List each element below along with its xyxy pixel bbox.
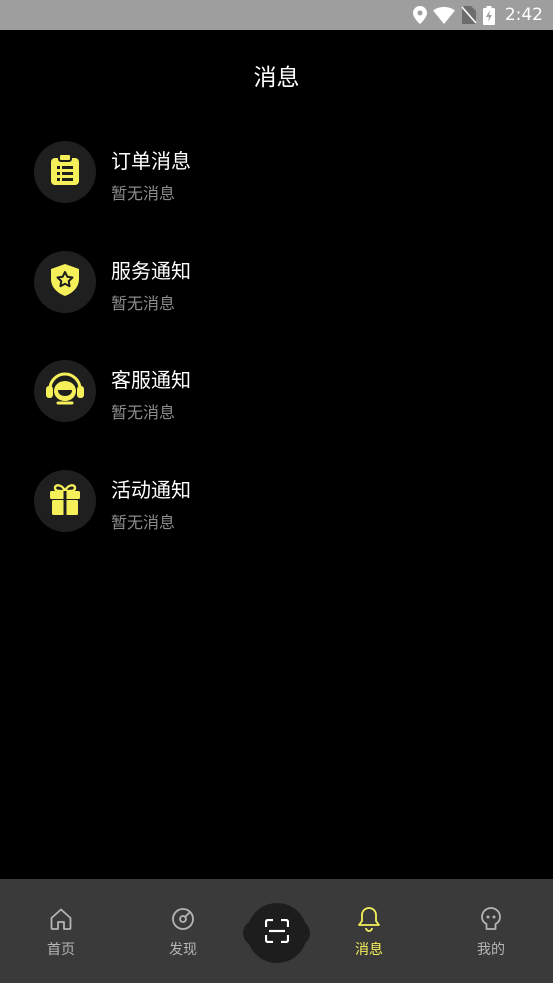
nav-item-messages[interactable]: 消息	[319, 879, 419, 983]
shield-star-icon	[50, 263, 80, 300]
message-subtitle: 暂无消息	[111, 512, 176, 532]
home-icon	[49, 905, 73, 933]
headset-icon	[46, 372, 84, 410]
nav-label: 首页	[47, 942, 75, 958]
message-title: 客服通知	[111, 368, 191, 392]
no-sim-icon	[461, 6, 477, 24]
message-list: 订单消息 暂无消息 服务通知 暂无消息 客服通知 暂无消息 活动通知 暂无消息	[0, 138, 553, 576]
message-title: 服务通知	[111, 258, 191, 283]
location-icon	[412, 6, 427, 24]
nav-item-discover[interactable]: 发现	[133, 879, 233, 983]
battery-charging-icon	[482, 5, 495, 25]
nav-item-profile[interactable]: 我的	[441, 879, 541, 983]
nav-label: 发现	[169, 942, 197, 958]
nav-label: 我的	[477, 942, 505, 958]
scan-icon	[264, 918, 290, 947]
messages-screen: 2:42 消息 订单消息 暂无消息 服务通知 暂无消息 客服通知 暂无消息 活动…	[0, 0, 553, 983]
message-subtitle: 暂无消息	[111, 184, 176, 203]
profile-icon	[479, 905, 503, 933]
list-item-activity-notifications[interactable]: 活动通知 暂无消息	[0, 467, 553, 577]
nav-item-home[interactable]: 首页	[11, 879, 111, 983]
bottom-nav: 首页 发现 消息 我的	[0, 879, 553, 983]
message-subtitle: 暂无消息	[111, 403, 176, 422]
message-title: 活动通知	[111, 477, 191, 502]
list-item-order-messages[interactable]: 订单消息 暂无消息	[0, 138, 553, 248]
page-title: 消息	[253, 65, 300, 91]
compass-icon	[171, 905, 195, 933]
wifi-icon	[432, 6, 455, 24]
status-bar: 2:42	[0, 0, 553, 30]
list-item-service-notifications[interactable]: 服务通知 暂无消息	[0, 248, 553, 358]
bell-icon	[357, 905, 381, 933]
status-time: 2:42	[504, 5, 543, 25]
gift-icon	[49, 483, 81, 519]
message-title: 订单消息	[111, 149, 191, 173]
clipboard-icon	[50, 153, 80, 190]
message-subtitle: 暂无消息	[111, 293, 176, 313]
list-item-customer-service[interactable]: 客服通知 暂无消息	[0, 357, 553, 467]
scan-button[interactable]	[247, 903, 307, 963]
nav-label: 消息	[355, 942, 383, 958]
